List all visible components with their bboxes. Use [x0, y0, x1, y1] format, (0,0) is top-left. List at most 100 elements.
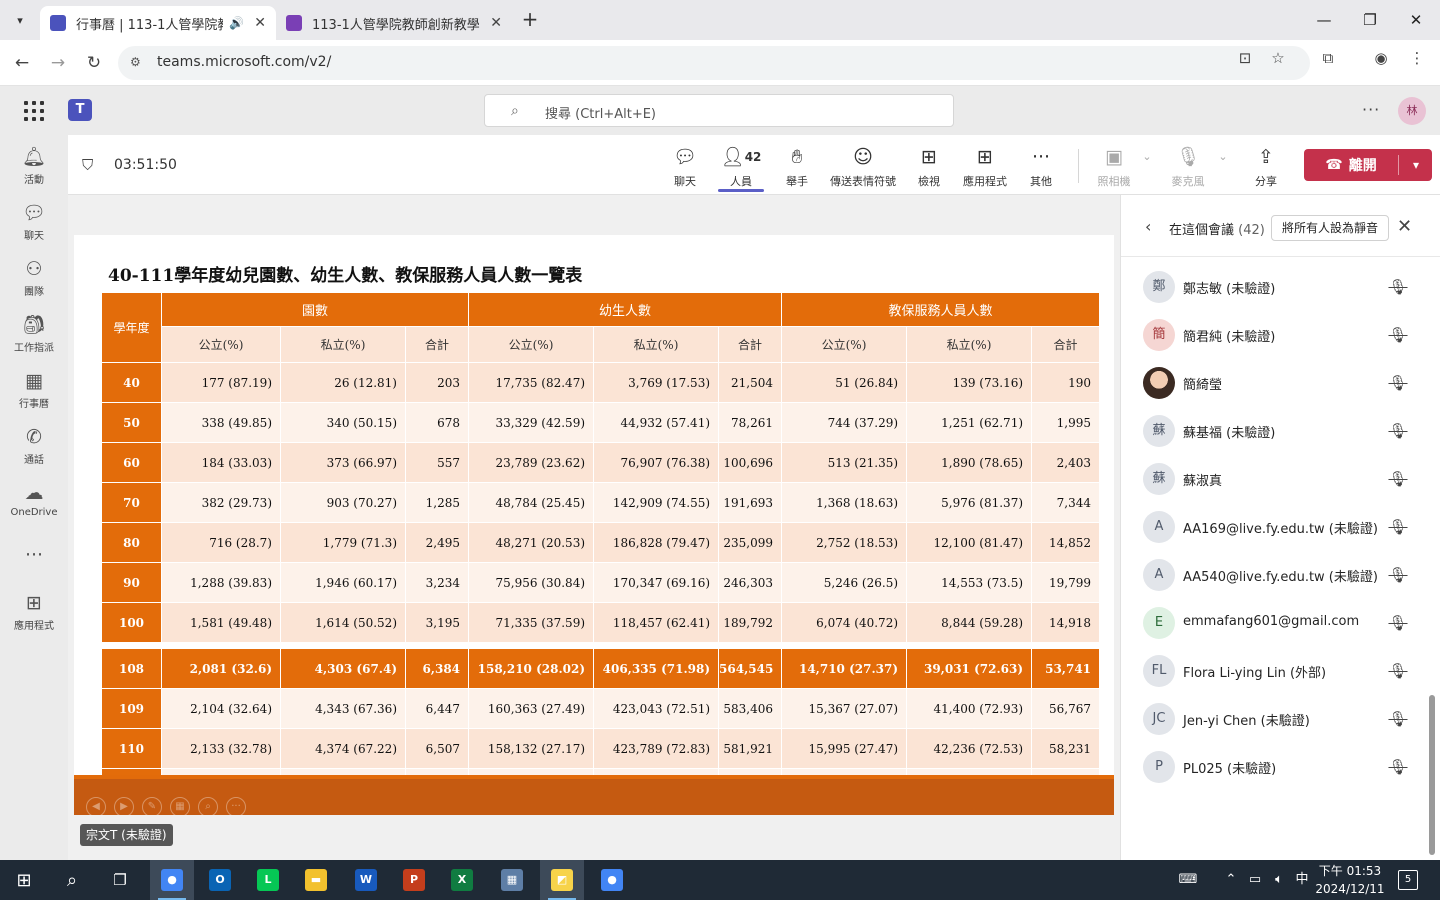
notification-center-button[interactable]: 5 — [1398, 870, 1418, 890]
more-slide-options-icon[interactable]: ··· — [226, 797, 246, 815]
close-panel-icon[interactable]: ✕ — [1397, 216, 1412, 237]
reactions-button[interactable]: ☺ 傳送表情符號 — [828, 145, 898, 189]
mic-muted-icon[interactable]: 🎙︎ — [1387, 612, 1409, 634]
rail-item-activity[interactable]: 🔔︎ 活動 — [0, 145, 68, 186]
prev-slide-icon[interactable]: ◀ — [86, 797, 106, 815]
taskbar-app-excel[interactable]: X — [440, 860, 484, 900]
leave-main[interactable]: ☎ 離開 — [1304, 149, 1398, 181]
reload-icon[interactable]: ↻ — [82, 51, 106, 75]
view-button[interactable]: ⊞ 檢視 — [912, 145, 946, 189]
participant-item[interactable]: 鄭鄭志敏 (未驗證) 🎙︎ — [1121, 263, 1431, 311]
raise-hand-button[interactable]: ✋︎ 舉手 — [780, 145, 814, 189]
mic-muted-icon[interactable]: 🎙︎ — [1387, 324, 1409, 346]
participant-item[interactable]: 蘇蘇基福 (未驗證) 🎙︎ — [1121, 407, 1431, 455]
network-icon[interactable]: ▭ — [1244, 860, 1266, 900]
more-actions-button[interactable]: ··· 其他 — [1024, 145, 1058, 189]
taskbar-app-line[interactable]: L — [246, 860, 290, 900]
taskbar-app-word[interactable]: W — [344, 860, 388, 900]
taskbar-app-calculator[interactable]: ▦ — [490, 860, 534, 900]
app-launcher-icon[interactable] — [24, 101, 44, 121]
taskbar-app-chrome[interactable]: ● — [150, 860, 194, 900]
taskbar-app-chrome-2[interactable]: ● — [590, 860, 634, 900]
participant-item[interactable]: Eemmafang601@gmail.com 🎙︎ — [1121, 599, 1431, 647]
forward-icon[interactable]: → — [46, 51, 70, 75]
people-button[interactable]: 👤︎42 人員 — [718, 145, 764, 189]
participant-item[interactable]: 簡綺瑩 🎙︎ — [1121, 359, 1431, 407]
keyboard-icon[interactable]: ⌨ — [1170, 860, 1206, 900]
chat-button[interactable]: 💬︎ 聊天 — [668, 145, 702, 189]
participant-list-scrollbar[interactable] — [1429, 695, 1435, 855]
mic-muted-icon[interactable]: 🎙︎ — [1387, 516, 1409, 538]
audio-playing-icon[interactable]: 🔊 — [229, 16, 244, 30]
mic-muted-icon[interactable]: 🎙︎ — [1387, 420, 1409, 442]
rail-item-more[interactable]: ··· — [0, 543, 68, 567]
mic-options-chevron[interactable]: ⌄ — [1216, 145, 1230, 169]
more-options-icon[interactable]: ··· — [1362, 100, 1380, 119]
participant-item[interactable]: P PL025 (未驗證) 🎙︎ — [1121, 743, 1431, 791]
participant-item[interactable]: 簡簡君純 (未驗證) 🎙︎ — [1121, 311, 1431, 359]
back-chevron-icon[interactable]: ‹ — [1145, 217, 1151, 236]
participant-item[interactable]: 蘇蘇淑真 🎙︎ — [1121, 455, 1431, 503]
mic-muted-icon[interactable]: 🎙︎ — [1387, 756, 1409, 778]
taskbar-app-outlook[interactable]: O — [198, 860, 242, 900]
chevron-down-icon[interactable]: ▾ — [1400, 149, 1432, 181]
mic-muted-icon[interactable]: 🎙︎ — [1387, 276, 1409, 298]
mic-muted-icon[interactable]: 🎙︎ — [1387, 372, 1409, 394]
taskbar-app-sticky-notes[interactable]: ◩ — [540, 860, 584, 900]
extensions-icon[interactable]: ⧉ — [1317, 47, 1339, 69]
new-tab-icon[interactable]: + — [518, 8, 542, 32]
participant-item[interactable]: FL Flora Li-ying Lin (外部) 🎙︎ — [1121, 647, 1431, 695]
mic-muted-icon[interactable]: 🎙︎ — [1387, 708, 1409, 730]
task-view-button[interactable]: ❐ — [98, 860, 142, 900]
search-input[interactable]: ⌕ 搜尋 (Ctrl+Alt+E) — [484, 94, 954, 127]
camera-options-chevron[interactable]: ⌄ — [1140, 145, 1154, 169]
participant-item[interactable]: A AA540@live.fy.edu.tw (未驗證) 🎙︎ — [1121, 551, 1431, 599]
taskbar-app-file-explorer[interactable]: ▬ — [294, 860, 338, 900]
close-tab-icon[interactable]: ✕ — [254, 15, 266, 31]
url-text[interactable]: teams.microsoft.com/v2/ — [157, 54, 331, 70]
rail-item-calendar[interactable]: ▦ 行事曆 — [0, 369, 68, 410]
rail-item-assignments[interactable]: 🎒︎ 工作指派 — [0, 313, 68, 354]
back-icon[interactable]: ← — [10, 51, 34, 75]
slides-overview-icon[interactable]: ▦ — [170, 797, 190, 815]
mic-button[interactable]: 🎙︎ 麥克風 — [1168, 145, 1208, 189]
site-settings-icon[interactable]: ⚙ — [130, 55, 146, 71]
rail-item-teams[interactable]: ⚇ 團隊 — [0, 257, 68, 298]
mic-muted-icon[interactable]: 🎙︎ — [1387, 564, 1409, 586]
tray-overflow-icon[interactable]: ⌃ — [1220, 860, 1242, 900]
tab-search-chevron-icon[interactable]: ▾ — [8, 8, 32, 32]
minimize-icon[interactable]: — — [1312, 8, 1336, 32]
install-app-icon[interactable]: ⊡ — [1234, 47, 1256, 69]
mic-muted-icon[interactable]: 🎙︎ — [1387, 468, 1409, 490]
next-slide-icon[interactable]: ▶ — [114, 797, 134, 815]
camera-button[interactable]: ▣ 照相機 — [1094, 145, 1134, 189]
user-avatar[interactable]: 林 — [1398, 97, 1426, 125]
leave-meeting-button[interactable]: ☎ 離開 ▾ — [1304, 149, 1432, 181]
ime-indicator[interactable]: 中 — [1292, 860, 1312, 900]
browser-menu-icon[interactable]: ⋮ — [1406, 47, 1428, 69]
taskbar-clock[interactable]: 下午 01:53 2024/12/11 — [1312, 862, 1388, 898]
participant-item[interactable]: JC Jen-yi Chen (未驗證) 🎙︎ — [1121, 695, 1431, 743]
taskbar-app-powerpoint[interactable]: P — [392, 860, 436, 900]
participant-item[interactable]: A AA169@live.fy.edu.tw (未驗證) 🎙︎ — [1121, 503, 1431, 551]
rail-item-apps[interactable]: ⊞ 應用程式 — [0, 591, 68, 632]
browser-tab[interactable]: 113-1人管學院教師創新教學講 ✕ — [276, 6, 512, 40]
restore-icon[interactable]: ❐ — [1358, 8, 1382, 32]
rail-item-chat[interactable]: 💬︎ 聊天 — [0, 201, 68, 242]
zoom-icon[interactable]: ⌕ — [198, 797, 218, 815]
share-button[interactable]: ⇪ 分享 — [1248, 145, 1284, 189]
rail-item-onedrive[interactable]: ☁ OneDrive — [0, 481, 68, 518]
search-button[interactable]: ⌕ — [50, 860, 94, 900]
close-tab-icon[interactable]: ✕ — [490, 15, 502, 31]
profile-icon[interactable]: ◉ — [1370, 47, 1392, 69]
mic-muted-icon[interactable]: 🎙︎ — [1387, 660, 1409, 682]
start-button[interactable]: ⊞ — [2, 860, 46, 900]
close-window-icon[interactable]: ✕ — [1404, 8, 1428, 32]
browser-tab-active[interactable]: 行事曆 | 113-1人管學院教師 🔊 ✕ — [40, 6, 276, 40]
apps-button[interactable]: ⊞ 應用程式 — [960, 145, 1010, 189]
rail-item-calls[interactable]: ✆ 通話 — [0, 425, 68, 466]
address-bar[interactable]: ⚙ teams.microsoft.com/v2/ — [118, 46, 1310, 80]
mute-all-button[interactable]: 將所有人設為靜音 — [1271, 215, 1390, 241]
bookmark-star-icon[interactable]: ☆ — [1267, 47, 1289, 69]
pen-icon[interactable]: ✎ — [142, 797, 162, 815]
